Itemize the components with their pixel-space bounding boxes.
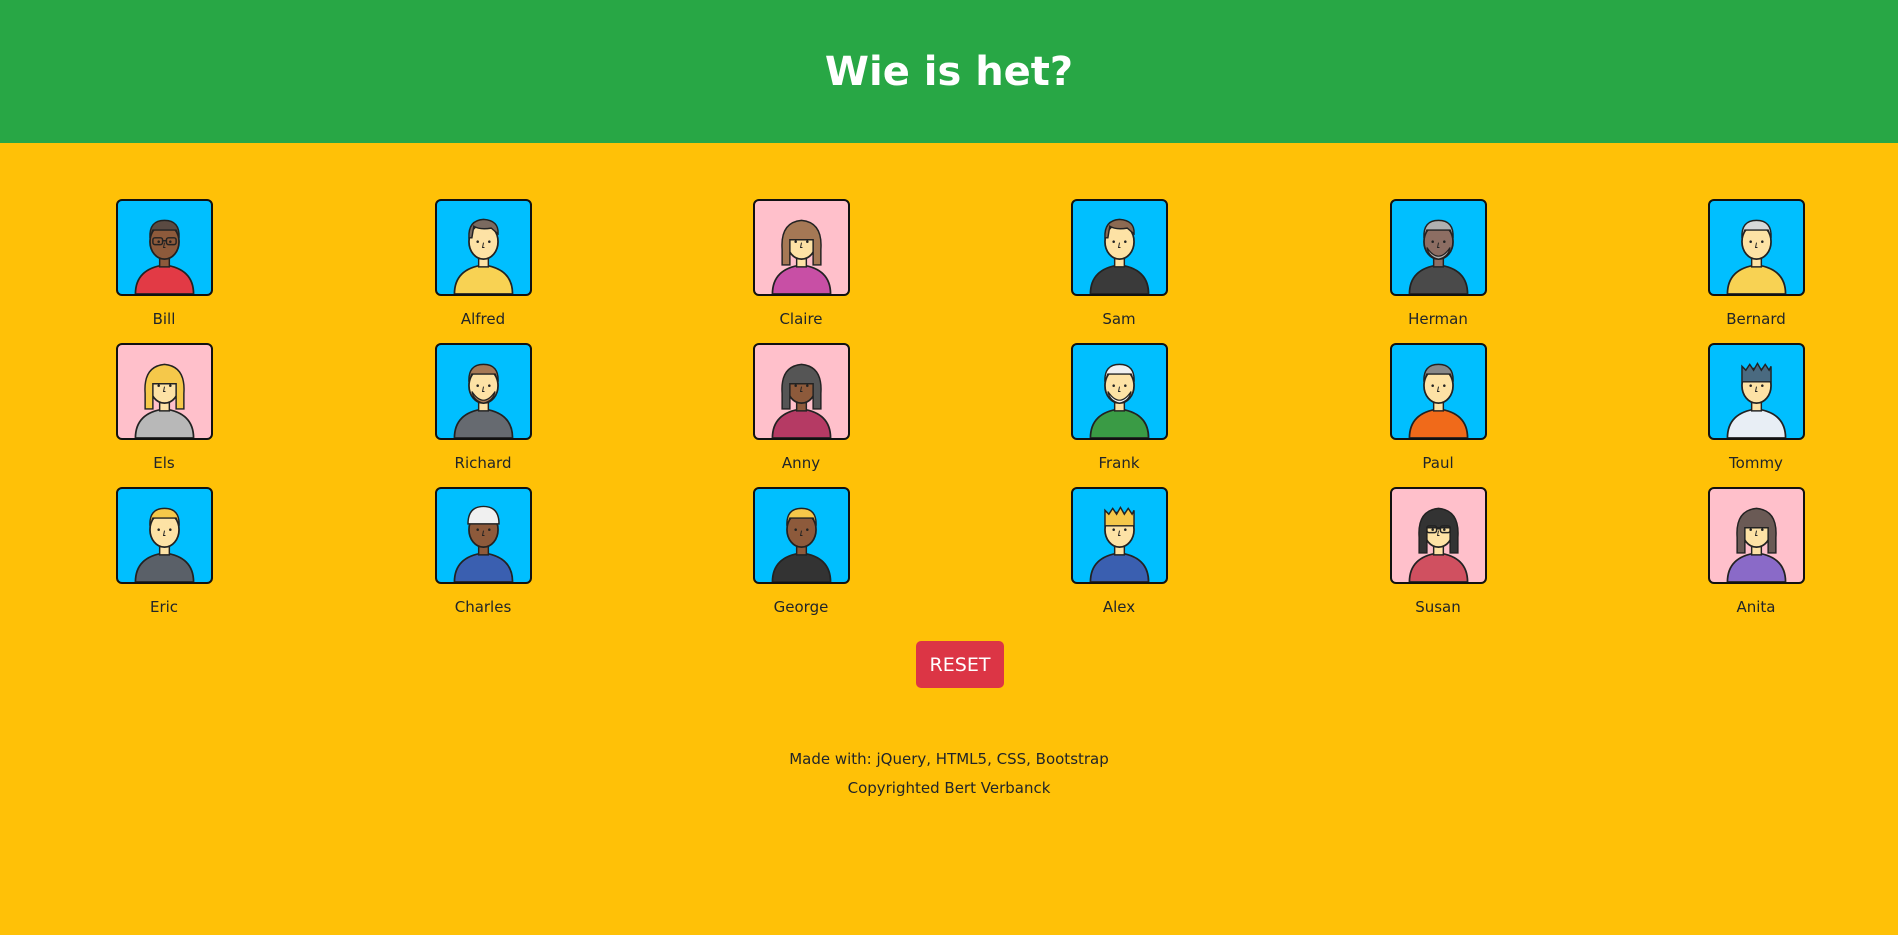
character-name: Bill	[152, 310, 176, 328]
character-card[interactable]: Richard	[403, 343, 563, 483]
footer: Made with: jQuery, HTML5, CSS, Bootstrap…	[0, 745, 1898, 803]
character-avatar[interactable]	[115, 199, 213, 296]
character-avatar[interactable]	[752, 487, 850, 584]
character-name: Susan	[1415, 598, 1461, 616]
character-card[interactable]: Susan	[1358, 487, 1518, 627]
character-card[interactable]: George	[721, 487, 881, 627]
page-title: Wie is het?	[824, 48, 1074, 95]
character-name: Alfred	[460, 310, 506, 328]
character-card[interactable]: Els	[84, 343, 244, 483]
character-name: Els	[153, 454, 175, 472]
character-name: Tommy	[1729, 454, 1783, 472]
character-avatar[interactable]	[1070, 199, 1168, 296]
character-name: Herman	[1408, 310, 1468, 328]
character-avatar[interactable]	[1070, 343, 1168, 440]
footer-made-with: Made with: jQuery, HTML5, CSS, Bootstrap	[789, 750, 1109, 768]
character-card[interactable]: Frank	[1039, 343, 1199, 483]
character-avatar[interactable]	[1389, 343, 1487, 440]
character-avatar[interactable]	[1389, 487, 1487, 584]
character-avatar[interactable]	[1707, 487, 1805, 584]
character-card[interactable]: Bill	[84, 199, 244, 339]
character-grid: Bill Alfred Claire Sam Herman Bernard El…	[0, 143, 1898, 623]
character-card[interactable]: Eric	[84, 487, 244, 627]
character-avatar[interactable]	[115, 487, 213, 584]
character-card[interactable]: Sam	[1039, 199, 1199, 339]
character-name: Eric	[149, 598, 179, 616]
character-name: Anny	[781, 454, 821, 472]
character-name: Richard	[454, 454, 512, 472]
character-card[interactable]: Anny	[721, 343, 881, 483]
character-avatar[interactable]	[115, 343, 213, 440]
reset-button[interactable]: RESET	[916, 641, 1004, 688]
character-avatar[interactable]	[752, 343, 850, 440]
character-card[interactable]: Bernard	[1676, 199, 1836, 339]
character-avatar[interactable]	[1707, 343, 1805, 440]
character-card[interactable]: Anita	[1676, 487, 1836, 627]
page-header: Wie is het?	[0, 0, 1898, 143]
character-avatar[interactable]	[1389, 199, 1487, 296]
character-avatar[interactable]	[752, 199, 850, 296]
character-avatar[interactable]	[1070, 487, 1168, 584]
character-avatar[interactable]	[434, 487, 532, 584]
character-card[interactable]: Charles	[403, 487, 563, 627]
character-name: Sam	[1102, 310, 1136, 328]
character-name: Charles	[454, 598, 512, 616]
character-card[interactable]: Alfred	[403, 199, 563, 339]
footer-copyright: Copyrighted Bert Verbanck	[847, 779, 1051, 797]
character-name: Frank	[1098, 454, 1140, 472]
character-name: George	[773, 598, 829, 616]
character-card[interactable]: Claire	[721, 199, 881, 339]
character-name: Alex	[1102, 598, 1136, 616]
character-name: Bernard	[1726, 310, 1786, 328]
character-name: Anita	[1736, 598, 1776, 616]
character-name: Paul	[1422, 454, 1454, 472]
character-avatar[interactable]	[1707, 199, 1805, 296]
character-card[interactable]: Alex	[1039, 487, 1199, 627]
character-avatar[interactable]	[434, 199, 532, 296]
character-name: Claire	[779, 310, 823, 328]
character-card[interactable]: Tommy	[1676, 343, 1836, 483]
character-avatar[interactable]	[434, 343, 532, 440]
character-card[interactable]: Herman	[1358, 199, 1518, 339]
character-card[interactable]: Paul	[1358, 343, 1518, 483]
